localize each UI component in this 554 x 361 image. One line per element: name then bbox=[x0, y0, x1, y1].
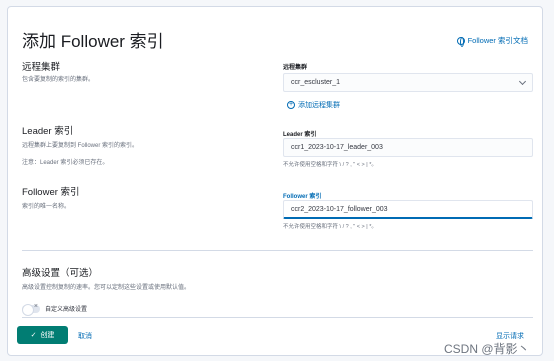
close-icon: × bbox=[33, 302, 38, 310]
divider bbox=[22, 317, 533, 318]
globe-icon bbox=[456, 36, 465, 47]
check-icon: ✓ bbox=[30, 332, 37, 339]
follower-index-hint: 不允许使用空格和字符 \ / ? , " < > | *。 bbox=[283, 224, 377, 230]
follower-index-label: Follower 索引 bbox=[283, 194, 322, 200]
remote-cluster-select[interactable]: ccr_escluster_1 bbox=[283, 73, 533, 92]
advanced-settings-desc: 高级设置控制复制的速率。您可以定制这些设置或使用默认值。 bbox=[22, 285, 191, 291]
leader-index-label: Leader 索引 bbox=[283, 132, 317, 138]
advanced-settings-toggle[interactable]: × 自定义高级设置 bbox=[22, 302, 88, 316]
leader-index-input[interactable]: ccr1_2023-10-17_leader_003 bbox=[283, 138, 533, 157]
add-remote-cluster-link[interactable]: + 添加远程集群 bbox=[287, 100, 340, 110]
cancel-button[interactable]: 取消 bbox=[78, 331, 92, 341]
watermark: CSDN @背影丶 bbox=[444, 342, 530, 356]
follower-index-title: Follower 索引 bbox=[22, 187, 80, 198]
remote-cluster-title: 远程集群 bbox=[22, 62, 61, 73]
follower-index-desc: 索引的唯一名称。 bbox=[22, 204, 71, 210]
plus-circle-icon: + bbox=[287, 101, 295, 109]
leader-index-hint: 不允许使用空格和字符 \ / ? , " < > | *。 bbox=[283, 162, 377, 168]
chevron-down-icon bbox=[518, 77, 527, 86]
add-remote-cluster-label: 添加远程集群 bbox=[298, 102, 340, 109]
remote-cluster-label: 远程集群 bbox=[283, 65, 308, 71]
form-panel: 添加 Follower 索引 Follower 索引文档 远程集群 包含要复制的… bbox=[7, 6, 543, 356]
toggle-label: 自定义高级设置 bbox=[45, 307, 88, 313]
remote-cluster-desc: 包含要复制的索引的集群。 bbox=[22, 77, 95, 83]
leader-index-note: 注意：Leader 索引必须已存在。 bbox=[22, 160, 109, 166]
toggle-switch[interactable]: × bbox=[22, 302, 40, 316]
divider bbox=[22, 250, 533, 251]
create-button[interactable]: ✓ 创建 bbox=[17, 326, 68, 344]
create-button-label: 创建 bbox=[40, 332, 55, 339]
leader-index-desc: 远程集群上要复制到 Follower 索引的索引。 bbox=[22, 143, 139, 149]
remote-cluster-value: ccr_escluster_1 bbox=[291, 79, 341, 86]
follower-index-input[interactable]: ccr2_2023-10-17_follower_003 bbox=[283, 200, 533, 219]
page-title: 添加 Follower 索引 bbox=[22, 32, 164, 51]
doc-link-label: Follower 索引文档 bbox=[467, 36, 528, 45]
leader-index-title: Leader 索引 bbox=[22, 126, 74, 137]
advanced-settings-title: 高级设置（可选） bbox=[22, 268, 99, 279]
follower-doc-link[interactable]: Follower 索引文档 bbox=[456, 35, 528, 47]
